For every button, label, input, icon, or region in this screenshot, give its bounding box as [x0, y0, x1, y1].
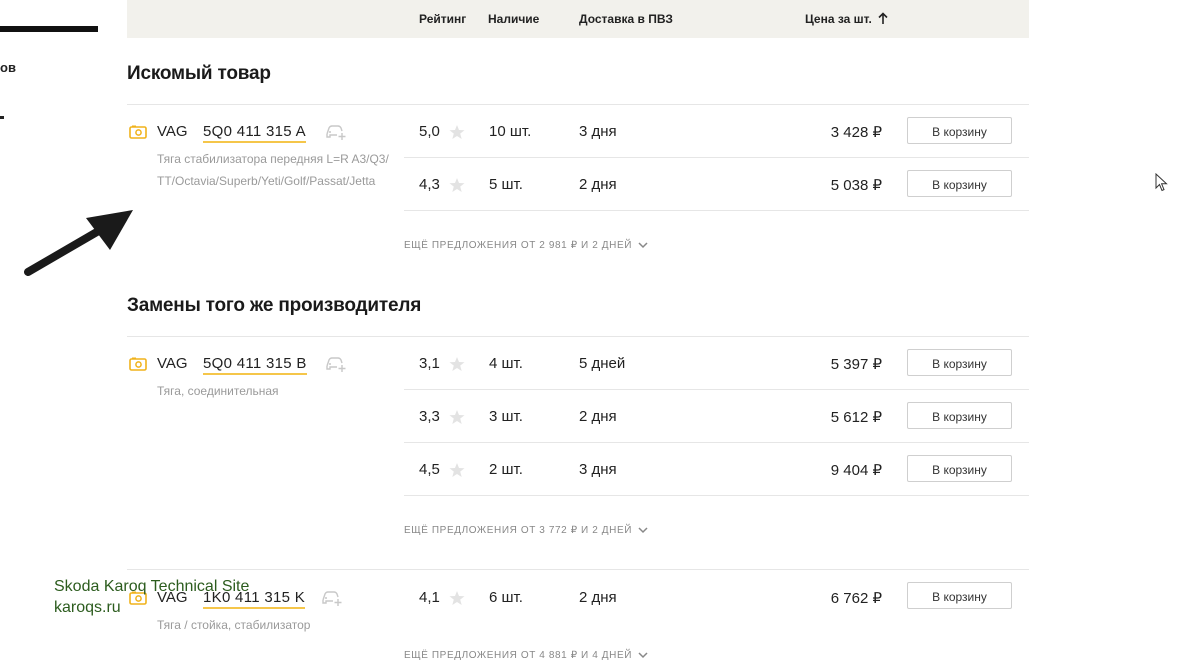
more-offers-link[interactable]: ЕЩЁ ПРЕДЛОЖЕНИЯ ОТ 2 981 ₽ И 2 ДНЕЙ — [404, 240, 648, 251]
offer-delivery: 3 дня — [579, 461, 617, 478]
row-divider — [404, 389, 1029, 390]
section-title-replacements: Замены того же производителя — [127, 295, 422, 316]
add-to-cart-button[interactable]: В корзину — [907, 582, 1012, 609]
add-to-cart-button[interactable]: В корзину — [907, 455, 1012, 482]
row-divider — [404, 442, 1029, 443]
sidebar-item-partial[interactable]: ов — [0, 60, 16, 75]
arrow-up-icon — [878, 12, 888, 24]
row-divider — [404, 210, 1029, 211]
product-brand: VAG — [157, 355, 188, 372]
header-rating[interactable]: Рейтинг — [419, 12, 466, 26]
offer-delivery: 5 дней — [579, 355, 626, 372]
section-title-searched: Искомый товар — [127, 63, 271, 84]
divider — [127, 569, 1029, 570]
offer-rating: 4,5 — [419, 461, 440, 478]
add-to-cart-button[interactable]: В корзину — [907, 117, 1012, 144]
sidebar-divider — [0, 116, 4, 119]
offer-stock: 5 шт. — [489, 176, 523, 193]
offer-stock: 10 шт. — [489, 123, 532, 140]
pointer-arrow-icon — [24, 210, 133, 276]
car-add-icon[interactable] — [325, 121, 347, 141]
offer-delivery: 3 дня — [579, 123, 617, 140]
car-add-icon[interactable] — [325, 353, 347, 373]
offer-price: 5 038 ₽ — [830, 177, 882, 194]
site-watermark: Skoda Karoq Technical Site karoqs.ru — [54, 576, 249, 618]
offer-price: 6 762 ₽ — [830, 590, 882, 607]
offer-rating: 3,1 — [419, 355, 440, 372]
more-offers-label: ЕЩЁ ПРЕДЛОЖЕНИЯ ОТ 4 881 ₽ И 4 ДНЕЙ — [404, 650, 632, 661]
chevron-down-icon — [638, 527, 648, 533]
row-divider — [404, 495, 1029, 496]
car-add-icon[interactable] — [321, 587, 343, 607]
offer-rating: 5,0 — [419, 123, 440, 140]
offer-rating: 4,3 — [419, 176, 440, 193]
watermark-line-1: Skoda Karoq Technical Site — [54, 578, 250, 595]
chevron-down-icon — [638, 242, 648, 248]
offer-stock: 6 шт. — [489, 589, 523, 606]
camera-icon[interactable] — [129, 125, 147, 139]
watermark-line-2: karoqs.ru — [54, 599, 121, 616]
offer-price: 9 404 ₽ — [830, 462, 882, 479]
header-delivery[interactable]: Доставка в ПВЗ — [579, 12, 673, 26]
product-description: Тяга, соединительная — [157, 384, 279, 398]
product-brand: VAG — [157, 123, 188, 140]
add-to-cart-button[interactable]: В корзину — [907, 402, 1012, 429]
add-to-cart-button[interactable]: В корзину — [907, 170, 1012, 197]
offer-delivery: 2 дня — [579, 176, 617, 193]
header-stock[interactable]: Наличие — [488, 12, 539, 26]
offer-delivery: 2 дня — [579, 408, 617, 425]
offer-stock: 4 шт. — [489, 355, 523, 372]
more-offers-label: ЕЩЁ ПРЕДЛОЖЕНИЯ ОТ 3 772 ₽ И 2 ДНЕЙ — [404, 525, 632, 536]
row-divider — [404, 157, 1029, 158]
offer-stock: 3 шт. — [489, 408, 523, 425]
divider — [127, 104, 1029, 105]
offer-price: 3 428 ₽ — [830, 124, 882, 141]
star-icon — [449, 410, 465, 424]
header-price-label: Цена за шт. — [805, 12, 872, 26]
star-icon — [449, 357, 465, 371]
camera-icon[interactable] — [129, 357, 147, 371]
offer-stock: 2 шт. — [489, 461, 523, 478]
mouse-cursor-icon — [1155, 173, 1168, 192]
star-icon — [449, 125, 465, 139]
product-description: Тяга / стойка, стабилизатор — [157, 618, 311, 632]
offer-delivery: 2 дня — [579, 589, 617, 606]
offer-rating: 3,3 — [419, 408, 440, 425]
star-icon — [449, 463, 465, 477]
chevron-down-icon — [638, 652, 648, 658]
header-price[interactable]: Цена за шт. — [805, 12, 888, 26]
product-code-link[interactable]: 5Q0 411 315 A — [203, 123, 306, 143]
divider — [127, 336, 1029, 337]
more-offers-link[interactable]: ЕЩЁ ПРЕДЛОЖЕНИЯ ОТ 4 881 ₽ И 4 ДНЕЙ — [404, 650, 648, 661]
more-offers-label: ЕЩЁ ПРЕДЛОЖЕНИЯ ОТ 2 981 ₽ И 2 ДНЕЙ — [404, 240, 632, 251]
offer-price: 5 612 ₽ — [830, 409, 882, 426]
star-icon — [449, 591, 465, 605]
offer-price: 5 397 ₽ — [830, 356, 882, 373]
product-code-link[interactable]: 5Q0 411 315 B — [203, 355, 307, 375]
table-header: Рейтинг Наличие Доставка в ПВЗ Цена за ш… — [127, 0, 1029, 38]
offer-rating: 4,1 — [419, 589, 440, 606]
product-description: Тяга стабилизатора передняя L=R A3/Q3/TT… — [157, 152, 389, 188]
add-to-cart-button[interactable]: В корзину — [907, 349, 1012, 376]
star-icon — [449, 178, 465, 192]
more-offers-link[interactable]: ЕЩЁ ПРЕДЛОЖЕНИЯ ОТ 3 772 ₽ И 2 ДНЕЙ — [404, 525, 648, 536]
sidebar-active-indicator — [0, 26, 98, 32]
